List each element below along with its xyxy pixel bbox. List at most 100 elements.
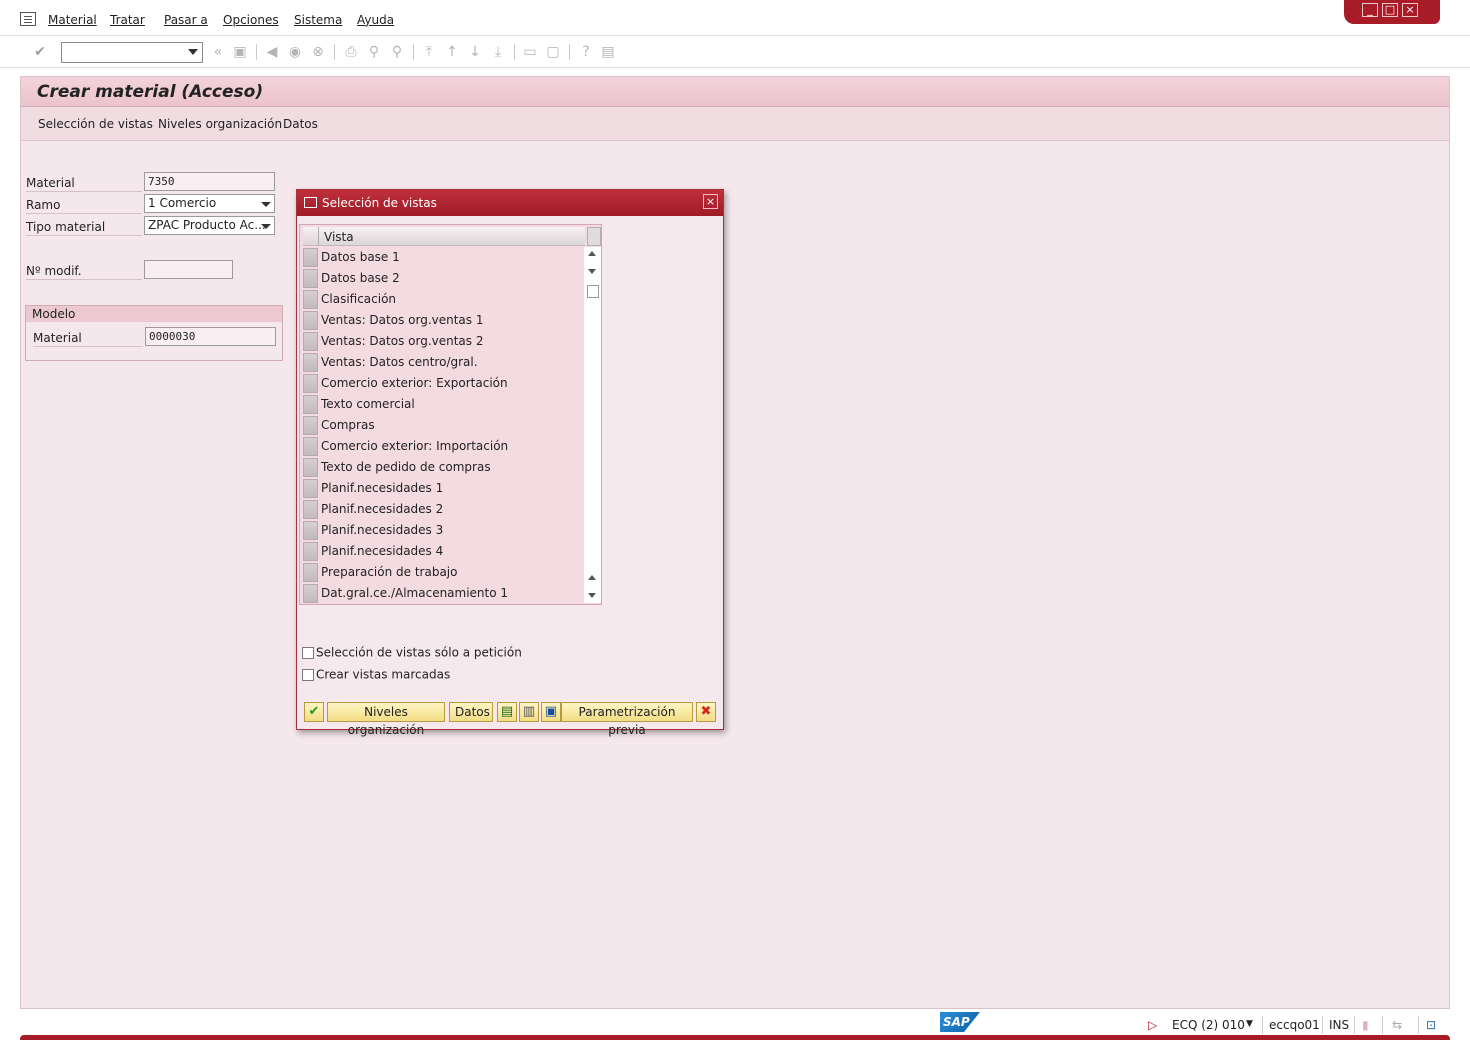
list-item[interactable]: Ventas: Datos org.ventas 2 — [303, 331, 581, 352]
list-item[interactable]: Planif.necesidades 1 — [303, 478, 581, 499]
list-item[interactable]: Clasificación — [303, 289, 581, 310]
scroll-down-icon[interactable] — [588, 593, 596, 598]
list-item[interactable]: Preparación de trabajo — [303, 562, 581, 583]
row-selector[interactable] — [303, 290, 318, 309]
continue-check-icon[interactable]: ✔ — [304, 702, 324, 722]
next-page-icon[interactable]: ↓ — [467, 44, 483, 60]
modelo-material-field[interactable]: 0000030 — [145, 327, 276, 346]
exit-icon[interactable]: ◉ — [287, 44, 303, 60]
list-item[interactable]: Texto comercial — [303, 394, 581, 415]
select-all-icon[interactable]: ▤ — [497, 702, 517, 722]
help-icon[interactable]: ? — [578, 44, 594, 60]
row-selector[interactable] — [303, 416, 318, 435]
row-selector[interactable] — [303, 269, 318, 288]
row-selector[interactable] — [303, 248, 318, 267]
create-marked-views-option[interactable]: Crear vistas marcadas — [302, 667, 450, 682]
views-on-request-option[interactable]: Selección de vistas sólo a petición — [302, 645, 522, 660]
save-default-icon[interactable]: ▣ — [541, 702, 561, 722]
menu-opciones[interactable]: Opciones — [223, 13, 279, 27]
new-session-icon[interactable]: ▭ — [522, 44, 538, 60]
dialog-data-button[interactable]: Datos — [449, 702, 493, 722]
row-selector[interactable] — [303, 542, 318, 561]
nmodif-field[interactable] — [144, 260, 233, 279]
deselect-all-icon[interactable]: ▥ — [519, 702, 539, 722]
first-page-icon[interactable]: ⤒ — [421, 44, 437, 60]
list-item[interactable]: Planif.necesidades 3 — [303, 520, 581, 541]
tipo-material-select[interactable]: ZPAC Producto Ac... — [144, 216, 275, 235]
command-field[interactable] — [61, 42, 203, 63]
select-all-cell[interactable] — [303, 227, 319, 246]
cancel-icon[interactable]: ⊗ — [310, 44, 326, 60]
menu-pasar-a[interactable]: Pasar a — [164, 13, 208, 27]
create-marked-views-checkbox[interactable] — [302, 668, 314, 681]
enter-check-icon[interactable]: ✔ — [32, 44, 48, 60]
material-field[interactable]: 7350 — [144, 172, 275, 191]
row-selector[interactable] — [303, 584, 318, 603]
row-selector[interactable] — [303, 500, 318, 519]
menu-ayuda[interactable]: Ayuda — [357, 13, 394, 27]
views-selection-button[interactable]: Selección de vistas — [38, 117, 153, 131]
list-item[interactable]: Planif.necesidades 4 — [303, 541, 581, 562]
print-icon[interactable]: ⎙ — [343, 44, 359, 60]
maximize-icon[interactable]: □ — [1382, 3, 1398, 17]
data-button[interactable]: Datos — [283, 117, 318, 131]
ramo-label: Ramo — [26, 196, 142, 214]
menu-icon[interactable] — [20, 12, 36, 26]
minimize-icon[interactable]: _ — [1362, 3, 1378, 17]
last-page-icon[interactable]: ⤓ — [490, 44, 506, 60]
chevron-down-icon[interactable] — [261, 224, 271, 229]
material-label: Material — [26, 174, 142, 192]
scroll-thumb[interactable] — [587, 285, 599, 298]
row-selector[interactable] — [303, 479, 318, 498]
close-icon[interactable]: × — [703, 194, 718, 209]
list-item[interactable]: Ventas: Datos centro/gral. — [303, 352, 581, 373]
find-icon[interactable]: ⚲ — [366, 44, 382, 60]
menu-material[interactable]: Material — [48, 13, 97, 27]
dialog-org-levels-button[interactable]: Niveles organización — [327, 702, 445, 737]
chevron-down-icon[interactable]: ▼ — [1246, 1019, 1253, 1029]
row-selector[interactable] — [303, 458, 318, 477]
scroll-down-icon[interactable] — [588, 269, 596, 274]
cancel-x-icon[interactable]: ✖ — [696, 702, 716, 722]
list-item[interactable]: Comercio exterior: Exportación — [303, 373, 581, 394]
back-icon[interactable]: ◀ — [264, 44, 280, 60]
list-item[interactable]: Datos base 2 — [303, 268, 581, 289]
menu-tratar[interactable]: Tratar — [110, 13, 145, 27]
list-item[interactable]: Texto de pedido de compras — [303, 457, 581, 478]
close-window-icon[interactable]: × — [1402, 3, 1418, 17]
dialog-title: Selección de vistas — [322, 196, 437, 210]
status-toggle-icon[interactable]: ▷ — [1148, 1018, 1157, 1032]
vertical-scrollbar[interactable] — [584, 247, 601, 603]
lock-icon[interactable]: ⊡ — [1426, 1018, 1436, 1032]
row-selector[interactable] — [303, 353, 318, 372]
views-table: Vista Datos base 1 Datos base 2 Clasificac… — [299, 224, 602, 605]
list-item[interactable]: Dat.gral.ce./Almacenamiento 1 — [303, 583, 581, 604]
row-selector[interactable] — [303, 374, 318, 393]
scroll-up-icon[interactable] — [588, 575, 596, 580]
row-selector[interactable] — [303, 521, 318, 540]
row-selector[interactable] — [303, 395, 318, 414]
list-item[interactable]: Compras — [303, 415, 581, 436]
layout-menu-icon[interactable]: ▤ — [600, 44, 616, 60]
ramo-select[interactable]: 1 Comercio — [144, 194, 275, 213]
default-values-button[interactable]: Parametrización previa — [561, 702, 693, 737]
row-selector[interactable] — [303, 311, 318, 330]
shortcut-icon[interactable]: ▢ — [545, 44, 561, 60]
row-selector[interactable] — [303, 563, 318, 582]
row-selector[interactable] — [303, 332, 318, 351]
chevron-down-icon[interactable] — [261, 202, 271, 207]
previous-page-icon[interactable]: ↑ — [444, 44, 460, 60]
save-icon[interactable]: ▣ — [232, 44, 248, 60]
find-next-icon[interactable]: ⚲ — [389, 44, 405, 60]
org-levels-button[interactable]: Niveles organización — [158, 117, 282, 131]
scroll-up-icon[interactable] — [588, 251, 596, 256]
list-item[interactable]: Planif.necesidades 2 — [303, 499, 581, 520]
list-item[interactable]: Comercio exterior: Importación — [303, 436, 581, 457]
list-item[interactable]: Ventas: Datos org.ventas 1 — [303, 310, 581, 331]
list-item[interactable]: Datos base 1 — [303, 247, 581, 268]
menu-sistema[interactable]: Sistema — [294, 13, 342, 27]
row-selector[interactable] — [303, 437, 318, 456]
chevron-down-icon[interactable] — [188, 49, 198, 55]
views-on-request-checkbox[interactable] — [302, 646, 314, 659]
table-settings-icon[interactable] — [587, 227, 601, 246]
